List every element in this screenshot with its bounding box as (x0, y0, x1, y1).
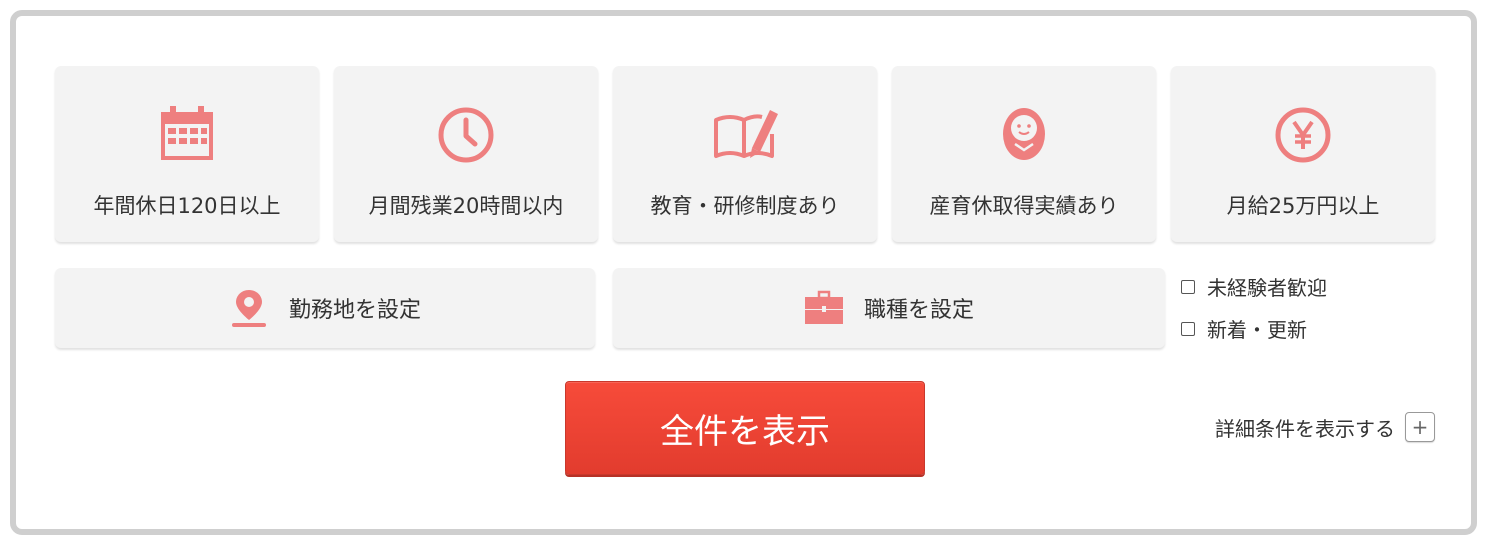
new-updated-checkbox[interactable]: 新着・更新 (1181, 314, 1307, 343)
calendar-icon (161, 106, 213, 160)
feature-training-button[interactable]: 教育・研修制度あり (613, 66, 877, 242)
show-details-label: 詳細条件を表示する (1215, 416, 1395, 441)
set-location-label: 勤務地を設定 (288, 298, 421, 323)
baby-icon (1003, 108, 1045, 160)
feature-label: 教育・研修制度あり (650, 194, 840, 218)
feature-parental-leave-button[interactable]: 産育休取得実績あり (892, 66, 1156, 242)
checkbox-label: 未経験者歓迎 (1207, 276, 1327, 300)
book-pencil-icon (714, 110, 778, 158)
set-location-button[interactable]: 勤務地を設定 (55, 268, 595, 348)
set-job-type-button[interactable]: 職種を設定 (613, 268, 1165, 348)
set-job-type-label: 職種を設定 (863, 298, 974, 323)
plus-icon[interactable]: + (1405, 412, 1435, 442)
feature-label: 産育休取得実績あり (929, 194, 1119, 218)
map-pin-icon (231, 290, 266, 327)
feature-label: 年間休日120日以上 (93, 194, 281, 218)
clock-icon (438, 107, 494, 163)
show-all-button[interactable]: 全件を表示 (565, 381, 925, 475)
checkbox-box[interactable] (1181, 279, 1195, 294)
feature-overtime-button[interactable]: 月間残業20時間以内 (334, 66, 598, 242)
feature-salary-button[interactable]: 月給25万円以上 (1171, 66, 1435, 242)
search-panel: 年間休日120日以上 月間残業20時間以内 教育・研修制度あり 産育休取得実績あ… (10, 10, 1477, 535)
feature-label: 月給25万円以上 (1226, 194, 1380, 218)
checkbox-box[interactable] (1181, 321, 1195, 336)
feature-label: 月間残業20時間以内 (368, 194, 564, 218)
checkbox-label: 新着・更新 (1207, 318, 1307, 342)
inexperienced-welcome-checkbox[interactable]: 未経験者歓迎 (1181, 272, 1327, 301)
briefcase-icon (804, 290, 843, 324)
feature-annual-holidays-button[interactable]: 年間休日120日以上 (55, 66, 319, 242)
show-details-toggle[interactable]: 詳細条件を表示する + (1215, 412, 1435, 442)
yen-icon (1275, 107, 1331, 163)
